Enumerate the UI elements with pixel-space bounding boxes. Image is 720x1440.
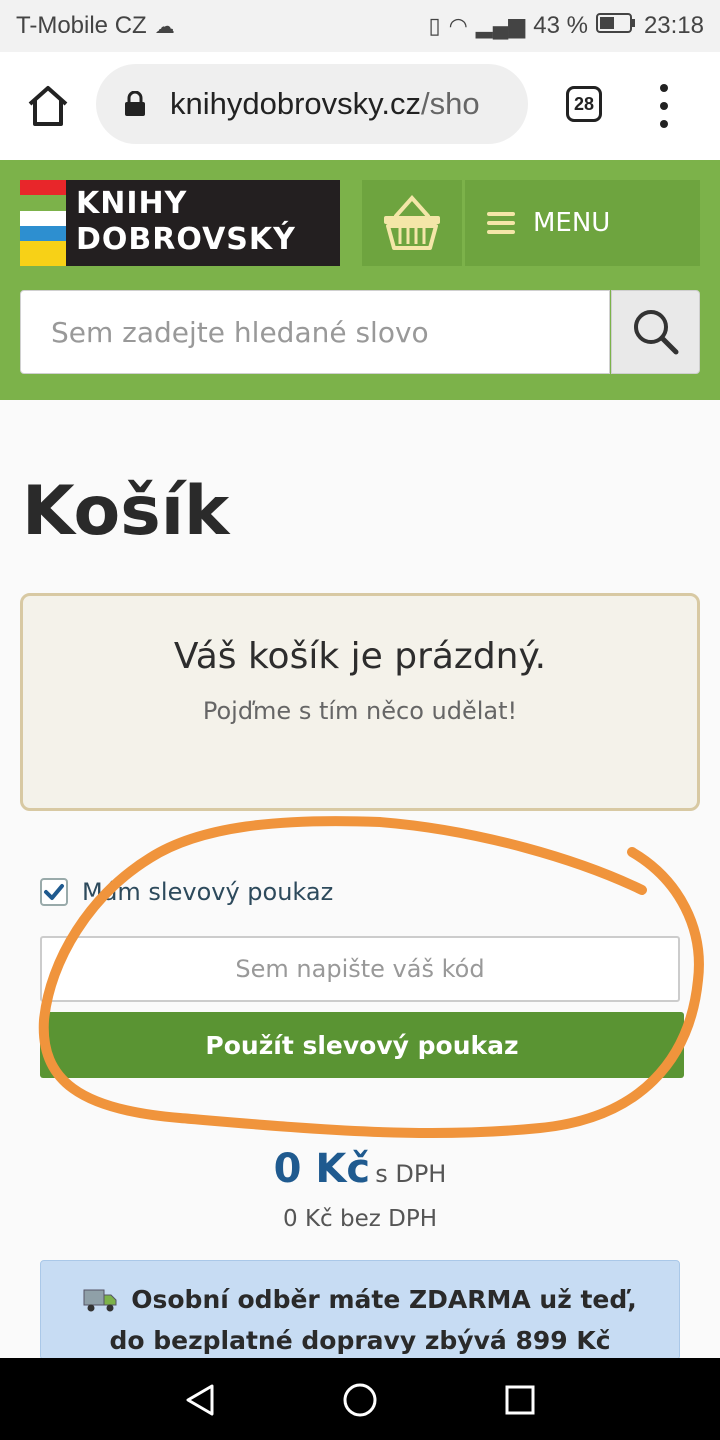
wifi-icon: ◠ (448, 13, 468, 38)
empty-cart-subtitle: Pojďme s tím něco udělat! (202, 697, 518, 725)
search-icon (633, 310, 678, 355)
url-path: /sho (420, 86, 480, 121)
logo-stripes (20, 180, 66, 267)
vibrate-icon: ▯ (428, 13, 441, 38)
clock: 23:18 (643, 12, 704, 39)
price-without-vat: 0 Kč bez DPH (283, 1206, 437, 1232)
shipping-line-2: do bezplatné dopravy zbývá 899 Kč (109, 1326, 611, 1355)
home-button[interactable] (24, 82, 72, 130)
apply-voucher-button[interactable]: Použít slevový poukaz (40, 1012, 684, 1078)
hamburger-icon (487, 212, 515, 234)
back-icon[interactable] (182, 1382, 218, 1418)
lock-icon (125, 91, 145, 116)
voucher-checkbox-label: Mám slevový poukaz (82, 878, 334, 906)
page-title: Košík (22, 472, 230, 551)
checkmark-icon (44, 884, 64, 900)
home-icon (28, 86, 68, 126)
more-options-icon[interactable] (652, 84, 676, 128)
carrier-label: T-Mobile CZ (16, 12, 147, 39)
shipping-line-1: Osobní odběr máte ZDARMA už teď, (131, 1285, 637, 1314)
cloud-icon: ☁ (154, 15, 175, 38)
menu-button[interactable]: MENU (465, 180, 700, 266)
voucher-code-input[interactable]: Sem napište váš kód (40, 936, 680, 1002)
shipping-info-box: Osobní odběr máte ZDARMA už teď, do bezp… (40, 1260, 680, 1360)
voucher-checkbox[interactable] (40, 878, 68, 906)
site-logo[interactable]: KNIHY DOBROVSKÝ (20, 180, 340, 267)
tab-switcher-button[interactable]: 28 (566, 86, 602, 122)
price-value: 0 Kč (273, 1146, 371, 1192)
browser-toolbar: knihydobrovsky.cz/sho 28 (0, 52, 720, 160)
price-total: 0 Kč s DPH (0, 1146, 720, 1192)
basket-icon (384, 194, 440, 250)
search-button[interactable] (611, 290, 700, 374)
android-nav-bar (0, 1358, 720, 1440)
empty-cart-title: Váš košík je prázdný. (173, 636, 547, 677)
signal-icon: ▂▄▆ (475, 13, 526, 38)
battery-icon (595, 12, 636, 41)
search-input[interactable]: Sem zadejte hledané slovo (20, 290, 610, 374)
url-text: knihydobrovsky.cz/sho (170, 86, 480, 122)
empty-cart-box: Váš košík je prázdný. Pojďme s tím něco … (20, 593, 700, 811)
delivery-truck-icon (83, 1289, 117, 1311)
status-bar: T-Mobile CZ ☁ ▯ ◠ ▂▄▆ 43 % 23:18 (0, 0, 720, 52)
address-bar[interactable]: knihydobrovsky.cz/sho (96, 64, 528, 144)
recents-icon[interactable] (504, 1384, 536, 1416)
price-vat-suffix: s DPH (375, 1160, 447, 1188)
battery-percent: 43 % (533, 12, 588, 39)
url-domain: knihydobrovsky.cz (170, 86, 421, 121)
home-circle-icon[interactable] (342, 1382, 378, 1418)
menu-label: MENU (533, 208, 611, 238)
site-header: KNIHY DOBROVSKÝ MENU Sem zadejte hledané… (0, 160, 720, 400)
logo-text: KNIHY DOBROVSKÝ (76, 186, 296, 257)
voucher-checkbox-row[interactable]: Mám slevový poukaz (40, 878, 333, 906)
cart-button[interactable] (362, 180, 462, 266)
